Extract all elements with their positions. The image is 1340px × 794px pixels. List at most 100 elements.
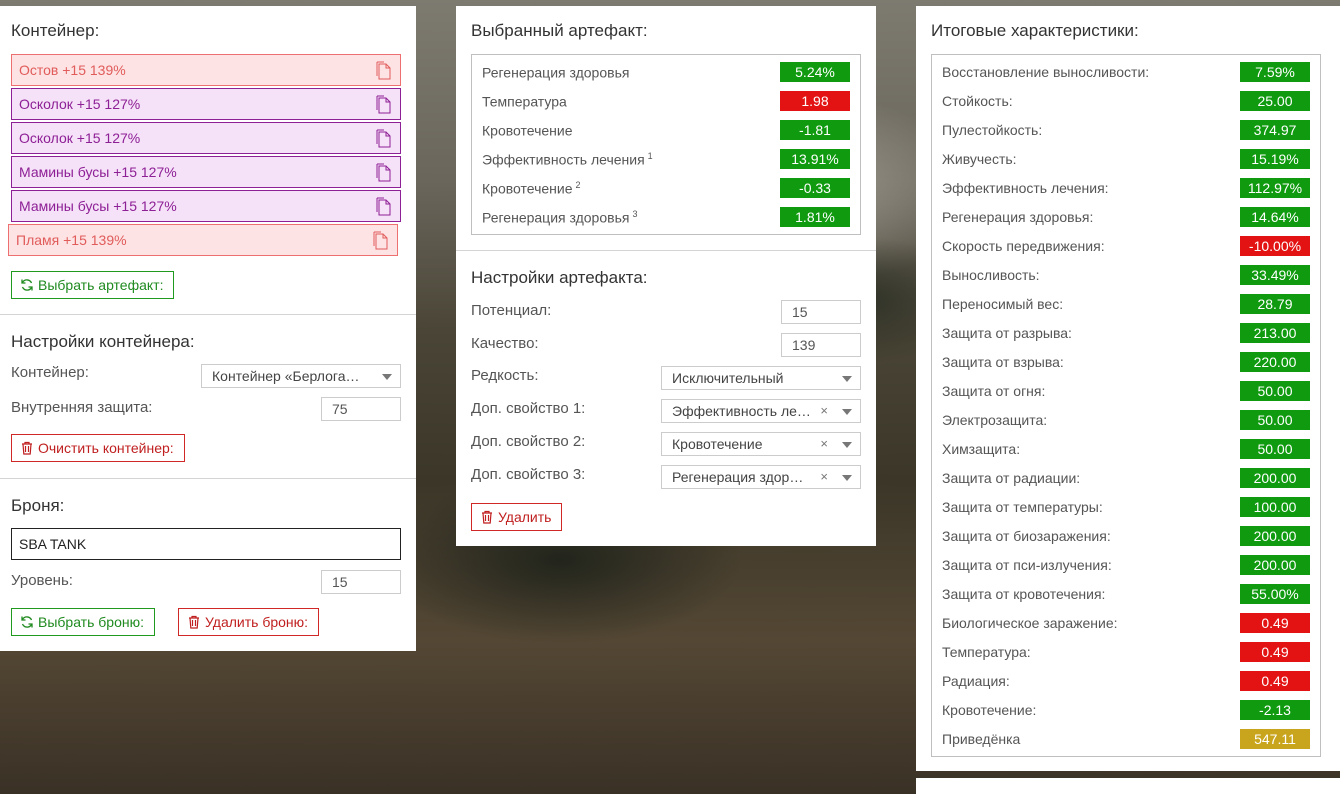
container-item[interactable]: Пламя +15 139% — [8, 224, 398, 256]
clear-container-button[interactable]: Очистить контейнер: — [11, 434, 185, 462]
protection-input[interactable]: 75 — [321, 397, 401, 421]
total-row: Защита от взрыва: 220.00 — [932, 348, 1320, 377]
total-row-value: 50.00 — [1240, 439, 1310, 459]
stat-row: Кровотечение 2 -0.33 — [472, 174, 860, 203]
total-row: Эффективность лечения: 112.97% — [932, 174, 1320, 203]
total-row-value: 50.00 — [1240, 381, 1310, 401]
stat-row: Кровотечение -1.81 — [472, 116, 860, 145]
container-title: Контейнер: — [11, 21, 100, 40]
chevron-down-icon — [382, 374, 392, 380]
total-row-label: Защита от биозаражения: — [942, 528, 1111, 544]
quality-input[interactable]: 139 — [781, 333, 861, 357]
total-row-value: 0.49 — [1240, 642, 1310, 662]
divider — [0, 478, 416, 479]
container-item[interactable]: Мамины бусы +15 127% — [11, 156, 401, 188]
clear-icon[interactable]: × — [820, 400, 828, 422]
trash-icon — [189, 615, 199, 629]
selected-artifact-title: Выбранный артефакт: — [471, 21, 648, 40]
total-row-label: Кровотечение: — [942, 702, 1037, 718]
total-row: Защита от биозаражения: 200.00 — [932, 522, 1320, 551]
container-label: Контейнер: — [11, 364, 89, 381]
total-row: Защита от радиации: 200.00 — [932, 464, 1320, 493]
container-item[interactable]: Мамины бусы +15 127% — [11, 190, 401, 222]
extra3-select[interactable]: Регенерация здор… × — [661, 465, 861, 489]
choose-armor-button[interactable]: Выбрать броню: — [11, 608, 155, 636]
totals-panel: Итоговые характеристики: Восстановление … — [916, 6, 1340, 771]
total-row: Восстановление выносливости: 7.59% — [932, 58, 1320, 87]
armor-name-field[interactable]: SBA TANK — [11, 528, 401, 560]
copy-icon[interactable] — [375, 61, 392, 81]
total-row-value: 15.19% — [1240, 149, 1310, 169]
total-row-label: Регенерация здоровья: — [942, 209, 1094, 225]
total-row: Биологическое заражение: 0.49 — [932, 609, 1320, 638]
total-row-value: 374.97 — [1240, 120, 1310, 140]
copy-icon[interactable] — [375, 197, 392, 217]
potential-input[interactable]: 15 — [781, 300, 861, 324]
total-row-label: Химзащита: — [942, 441, 1021, 457]
extra1-label: Доп. свойство 1: — [471, 400, 586, 417]
chevron-down-icon — [842, 409, 852, 415]
container-select[interactable]: Контейнер «Берлога… — [201, 364, 401, 388]
total-row-value: 28.79 — [1240, 294, 1310, 314]
chevron-down-icon — [842, 376, 852, 382]
totals-title: Итоговые характеристики: — [931, 21, 1139, 40]
rarity-label: Редкость: — [471, 367, 539, 384]
level-input[interactable]: 15 — [321, 570, 401, 594]
copy-icon[interactable] — [375, 163, 392, 183]
total-row-value: 14.64% — [1240, 207, 1310, 227]
total-row-label: Выносливость: — [942, 267, 1040, 283]
total-row-label: Эффективность лечения: — [942, 180, 1109, 196]
copy-icon[interactable] — [375, 129, 392, 149]
total-row-value: 0.49 — [1240, 613, 1310, 633]
total-row-label: Защита от радиации: — [942, 470, 1081, 486]
chevron-down-icon — [842, 475, 852, 481]
refresh-icon — [21, 279, 33, 291]
total-row: Химзащита: 50.00 — [932, 435, 1320, 464]
level-label: Уровень: — [11, 572, 73, 589]
quality-label: Качество: — [471, 335, 539, 352]
total-row: Регенерация здоровья: 14.64% — [932, 203, 1320, 232]
total-row: Пулестойкость: 374.97 — [932, 116, 1320, 145]
rarity-select[interactable]: Исключительный — [661, 366, 861, 390]
trash-icon — [22, 441, 32, 455]
total-row-value: 100.00 — [1240, 497, 1310, 517]
choose-artifact-button[interactable]: Выбрать артефакт: — [11, 271, 175, 299]
total-row-value: -2.13 — [1240, 700, 1310, 720]
total-row-value: 220.00 — [1240, 352, 1310, 372]
container-item[interactable]: Осколок +15 127% — [11, 122, 401, 154]
total-row-label: Биологическое заражение: — [942, 615, 1118, 631]
total-row-value: 0.49 — [1240, 671, 1310, 691]
extra2-select[interactable]: Кровотечение × — [661, 432, 861, 456]
copy-icon[interactable] — [375, 95, 392, 115]
container-item[interactable]: Остов +15 139% — [11, 54, 401, 86]
total-row-label: Переносимый вес: — [942, 296, 1064, 312]
divider — [0, 314, 416, 315]
total-row-label: Восстановление выносливости: — [942, 64, 1150, 80]
copy-icon[interactable] — [372, 231, 389, 251]
total-row: Живучесть: 15.19% — [932, 145, 1320, 174]
container-item[interactable]: Осколок +15 127% — [11, 88, 401, 120]
stat-row: Эффективность лечения 1 13.91% — [472, 145, 860, 174]
stat-row: Регенерация здоровья 5.24% — [472, 58, 860, 87]
refresh-icon — [21, 616, 33, 628]
potential-label: Потенциал: — [471, 302, 552, 319]
total-row-value: 33.49% — [1240, 265, 1310, 285]
extra2-label: Доп. свойство 2: — [471, 433, 586, 450]
total-row-label: Температура: — [942, 644, 1031, 660]
total-row: Защита от огня: 50.00 — [932, 377, 1320, 406]
total-row-label: Защита от кровотечения: — [942, 586, 1106, 602]
total-row-label: Приведёнка — [942, 731, 1021, 747]
clear-icon[interactable]: × — [820, 433, 828, 455]
total-row-value: -10.00% — [1240, 236, 1310, 256]
trash-icon — [482, 510, 492, 524]
total-row-label: Стойкость: — [942, 93, 1013, 109]
clear-icon[interactable]: × — [820, 466, 828, 488]
delete-artifact-button[interactable]: Удалить — [471, 503, 563, 531]
total-row: Кровотечение: -2.13 — [932, 696, 1320, 725]
extra1-select[interactable]: Эффективность ле… × — [661, 399, 861, 423]
total-row-label: Защита от температуры: — [942, 499, 1103, 515]
delete-armor-button[interactable]: Удалить броню: — [178, 608, 320, 636]
stat-row: Температура 1.98 — [472, 87, 860, 116]
total-row: Радиация: 0.49 — [932, 667, 1320, 696]
next-panel — [916, 778, 1340, 794]
